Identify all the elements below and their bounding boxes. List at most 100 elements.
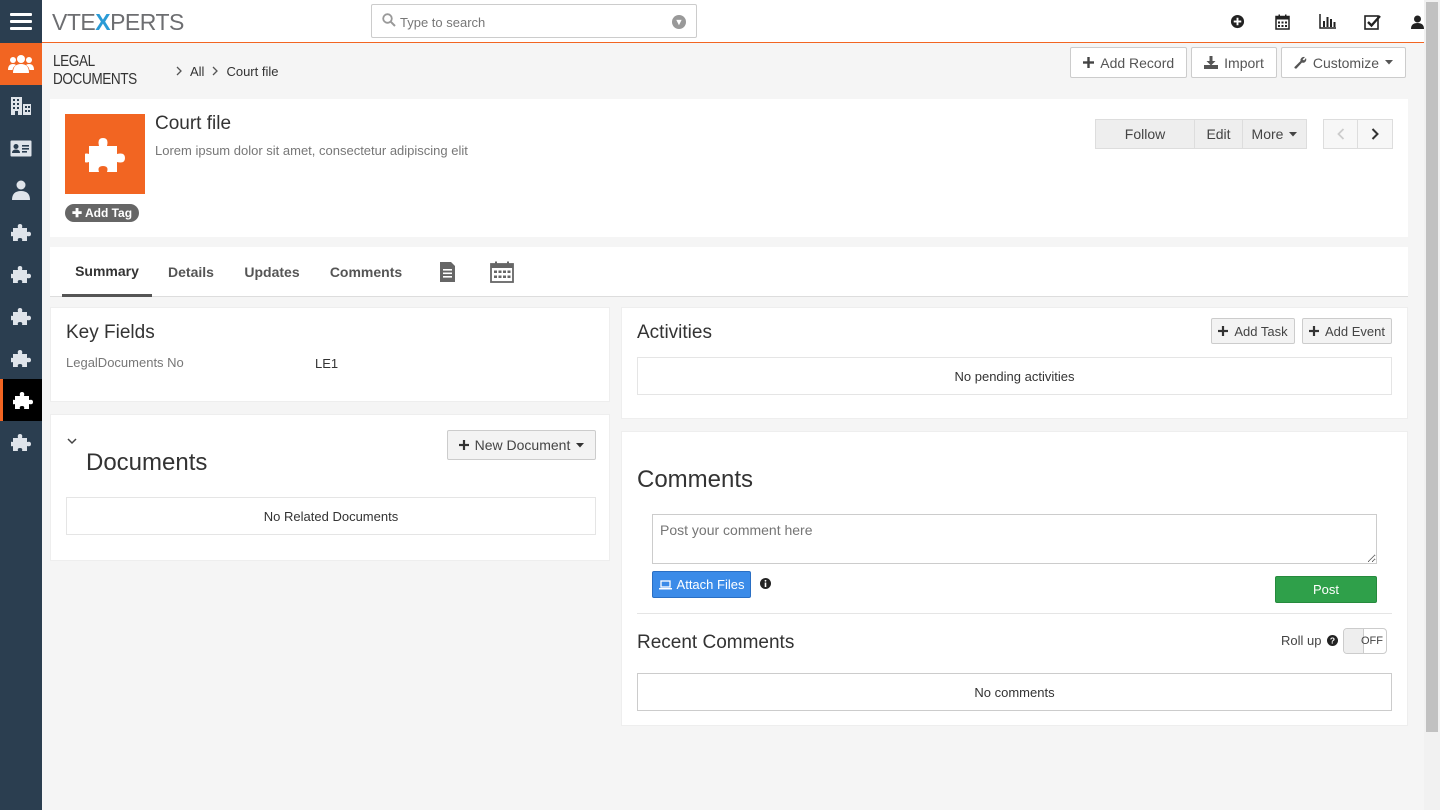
building-icon (11, 97, 31, 115)
sidebar-item-legal-documents[interactable] (0, 379, 42, 421)
breadcrumb-filter[interactable]: All (190, 64, 204, 79)
caret-down-icon (1385, 60, 1393, 65)
plus-icon (458, 440, 469, 450)
sidebar-item-organizations[interactable] (0, 85, 42, 127)
calendar-icon (490, 261, 514, 283)
person-icon (12, 180, 30, 200)
follow-button[interactable]: Follow (1095, 119, 1195, 149)
tab-summary[interactable]: Summary (62, 247, 152, 297)
check-square-icon[interactable] (1350, 0, 1395, 43)
sidebar-item-module-3[interactable] (0, 295, 42, 337)
tab-calendar[interactable] (482, 247, 522, 297)
help-icon[interactable]: ? (1327, 635, 1338, 646)
calendar-icon[interactable] (1260, 0, 1305, 43)
sub-header: LEGAL DOCUMENTS All Court file Add Recor… (42, 43, 1424, 89)
puzzle-icon (85, 138, 125, 172)
add-event-button[interactable]: Add Event (1302, 318, 1392, 344)
record-tabs: Summary Details Updates Comments (50, 247, 1408, 297)
tab-updates[interactable]: Updates (238, 247, 306, 297)
new-document-button[interactable]: New Document (447, 430, 596, 460)
add-task-button[interactable]: Add Task (1211, 318, 1295, 344)
left-sidebar (0, 43, 42, 810)
plus-icon (1083, 57, 1095, 68)
chevron-left-icon (1336, 128, 1344, 140)
scrollbar-thumb[interactable] (1426, 2, 1438, 732)
chevron-right-icon (1371, 128, 1379, 140)
hamburger-menu-icon[interactable] (0, 0, 42, 43)
bar-chart-icon[interactable] (1305, 0, 1350, 43)
comments-card: Comments Attach Files Post Recent Commen… (621, 431, 1408, 726)
add-tag-button[interactable]: ✚ Add Tag (65, 204, 140, 222)
documents-empty-state: No Related Documents (66, 497, 596, 535)
chevron-right-icon (176, 66, 182, 76)
add-record-button[interactable]: Add Record (1070, 47, 1188, 78)
caret-down-icon (1289, 131, 1298, 136)
comment-textarea[interactable] (652, 514, 1377, 564)
chevron-right-icon (212, 66, 219, 76)
comments-empty-state: No comments (637, 673, 1392, 711)
documents-title: Documents (86, 449, 208, 476)
tab-comments[interactable]: Comments (325, 247, 407, 297)
roll-up-label: Roll up (1281, 633, 1322, 648)
more-button[interactable]: More (1243, 119, 1307, 149)
sidebar-item-module-2[interactable] (0, 253, 42, 295)
document-icon (439, 262, 455, 282)
chevron-down-icon[interactable] (67, 438, 77, 445)
top-bar: VTEXPERTS ▼ (0, 0, 1440, 43)
sidebar-item-module-4[interactable] (0, 337, 42, 379)
comments-title: Comments (637, 466, 754, 493)
plus-icon (1218, 326, 1229, 336)
search-options-chevron-icon[interactable]: ▼ (672, 15, 686, 29)
puzzle-icon (11, 434, 31, 451)
tab-details[interactable]: Details (162, 247, 220, 297)
activities-title: Activities (637, 322, 712, 343)
customize-button[interactable]: Customize (1280, 47, 1406, 78)
sidebar-item-module-6[interactable] (0, 421, 42, 463)
search-input[interactable] (400, 12, 660, 32)
previous-record-button[interactable] (1323, 119, 1358, 149)
next-record-button[interactable] (1358, 119, 1393, 149)
record-title: Court file (155, 113, 232, 134)
tab-documents[interactable] (430, 247, 464, 297)
breadcrumb: LEGAL DOCUMENTS All Court file (53, 53, 278, 89)
puzzle-icon (11, 308, 31, 325)
attach-files-button[interactable]: Attach Files (652, 571, 751, 598)
field-value[interactable]: LE1 (315, 356, 338, 371)
record-header: Court file Lorem ipsum dolor sit amet, c… (50, 99, 1408, 237)
activities-card: Activities Add Task Add Event No pending… (621, 307, 1408, 419)
page-scrollbar[interactable] (1424, 0, 1440, 810)
svg-text:?: ? (1330, 636, 1335, 646)
key-fields-card: Key Fields LegalDocuments No LE1 (50, 307, 610, 402)
edit-button[interactable]: Edit (1195, 119, 1243, 149)
record-description: Lorem ipsum dolor sit amet, consectetur … (155, 143, 468, 158)
field-label: LegalDocuments No (66, 355, 184, 370)
sidebar-item-person[interactable] (0, 169, 42, 211)
sidebar-item-module-1[interactable] (0, 211, 42, 253)
search-icon (382, 13, 396, 27)
sidebar-item-contacts[interactable] (0, 127, 42, 169)
puzzle-icon (11, 266, 31, 283)
wrench-icon (1294, 56, 1307, 69)
breadcrumb-module[interactable]: LEGAL DOCUMENTS (53, 53, 151, 89)
documents-card: Documents New Document No Related Docume… (50, 414, 610, 561)
roll-up-toggle[interactable]: OFF (1343, 628, 1387, 654)
plus-icon (1309, 326, 1319, 336)
puzzle-icon (11, 350, 31, 367)
app-logo[interactable]: VTEXPERTS (52, 9, 184, 36)
recent-comments-title: Recent Comments (637, 632, 795, 653)
global-search: ▼ (371, 4, 697, 38)
import-button[interactable]: Import (1191, 47, 1277, 78)
key-fields-title: Key Fields (66, 322, 155, 343)
toggle-state: OFF (1361, 635, 1383, 647)
users-icon (8, 55, 34, 73)
sidebar-item-users[interactable] (0, 43, 42, 85)
puzzle-icon (11, 224, 31, 241)
breadcrumb-record: Court file (226, 63, 279, 79)
download-icon (1204, 56, 1219, 69)
quick-create-plus-circle-icon[interactable] (1215, 0, 1260, 43)
divider (637, 613, 1392, 614)
post-button[interactable]: Post (1275, 576, 1377, 603)
record-module-icon (65, 114, 145, 194)
info-icon[interactable] (760, 578, 771, 589)
contact-card-icon (10, 140, 32, 156)
